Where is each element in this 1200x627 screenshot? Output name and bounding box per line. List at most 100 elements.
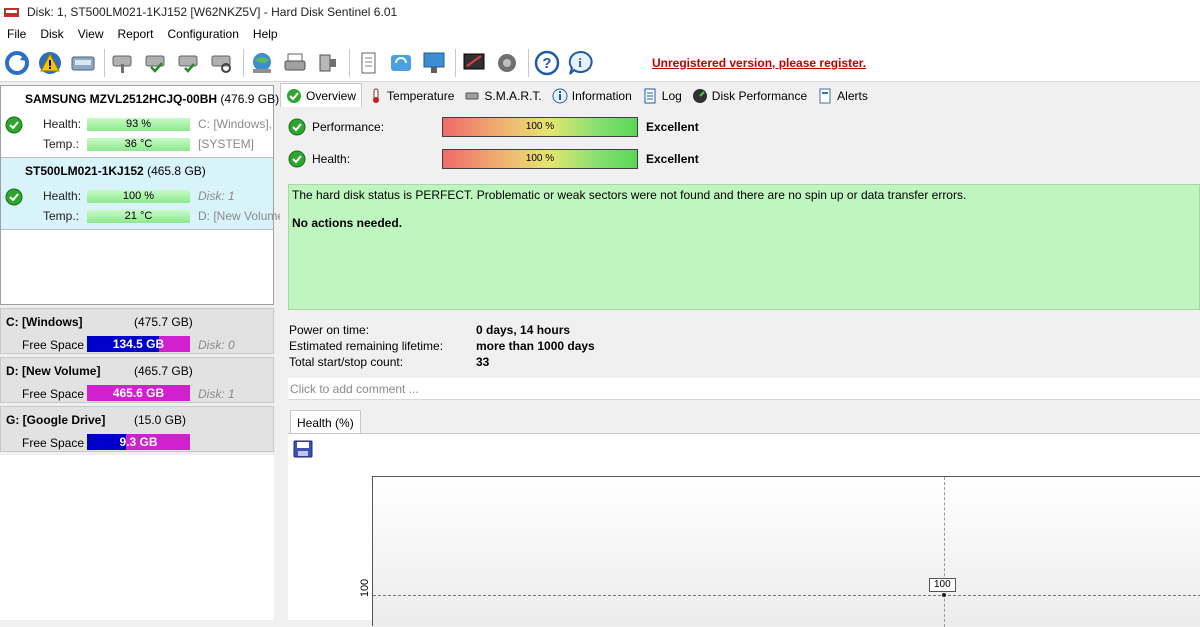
performance-gauge: 100 %: [442, 117, 638, 137]
thermometer-icon: [373, 88, 380, 103]
power-on-value: 0 days, 14 hours: [476, 323, 571, 337]
disk-tools-icon[interactable]: [108, 47, 138, 79]
print-icon[interactable]: [280, 47, 310, 79]
toolbar-separator: [349, 48, 350, 77]
disk-system: [SYSTEM]: [198, 137, 255, 151]
free-space-bar: 9.3 GB: [87, 434, 190, 450]
tab-label: S.M.A.R.T.: [484, 89, 542, 103]
volume-name: G: [Google Drive]: [6, 413, 106, 427]
health-plot: 100: [372, 476, 1200, 627]
warning-icon[interactable]: [35, 47, 65, 79]
disk-item[interactable]: SAMSUNG MZVL2512HCJQ-00BH (476.9 GB) Hea…: [1, 86, 279, 158]
tab-information[interactable]: Information: [547, 85, 637, 107]
sync-icon[interactable]: [386, 47, 416, 79]
tab-label: Temperature: [387, 89, 455, 103]
volume-disk: Disk: 1: [198, 387, 235, 401]
volume-size: (475.7 GB): [134, 315, 193, 329]
menu-file[interactable]: File: [0, 27, 33, 41]
title-bar: Disk: 1, ST500LM021-1KJ152 [W62NKZ5V] - …: [0, 0, 1200, 24]
tab-log[interactable]: Log: [637, 85, 687, 107]
tab-label: Information: [571, 89, 632, 103]
toolbar-separator: [243, 48, 244, 77]
disk-icon[interactable]: [68, 47, 98, 79]
health-rating: Excellent: [646, 152, 699, 166]
volume-item[interactable]: D: [New Volume] (465.7 GB) Free Space 46…: [0, 357, 274, 403]
tab-smart[interactable]: S.M.A.R.T.: [459, 85, 546, 107]
power-on-label: Power on time:: [289, 323, 370, 337]
performance-rating: Excellent: [646, 120, 699, 134]
volume-name: D: [New Volume]: [6, 364, 101, 378]
volume-item[interactable]: G: [Google Drive] (15.0 GB) Free Space 9…: [0, 406, 274, 452]
sound-icon[interactable]: [492, 47, 522, 79]
tab-overview[interactable]: Overview: [280, 83, 363, 107]
data-point-label: 100: [929, 578, 956, 592]
usb-disk-icon[interactable]: [313, 47, 343, 79]
free-space-bar: 134.5 GB: [87, 336, 190, 352]
start-stop-value: 33: [476, 355, 490, 369]
volume-size: (15.0 GB): [134, 413, 187, 427]
window-title: Disk: 1, ST500LM021-1KJ152 [W62NKZ5V] - …: [27, 5, 398, 19]
app-icon: [3, 5, 21, 19]
data-point: [942, 593, 946, 597]
performance-row: Performance: 100 % Excellent: [288, 117, 699, 137]
ok-check-icon: [5, 116, 23, 137]
free-space-label: Free Space: [22, 436, 85, 450]
volume-disk: Disk: 0: [198, 338, 235, 352]
network-icon[interactable]: [419, 47, 449, 79]
toolbar-separator: [455, 48, 456, 77]
chart-body: 100 100: [288, 433, 1200, 627]
tab-label: Overview: [306, 88, 357, 103]
tab-alerts[interactable]: Alerts: [812, 85, 873, 107]
refresh-icon[interactable]: [2, 47, 32, 79]
temp-bar: 21 °C: [87, 209, 190, 223]
left-empty-area: [0, 455, 274, 620]
alerts-icon: [819, 88, 831, 104]
free-space-label: Free Space: [22, 387, 85, 401]
disk-verify-icon[interactable]: [174, 47, 204, 79]
tab-disk-performance[interactable]: Disk Performance: [687, 85, 812, 107]
ok-check-icon: [287, 88, 301, 103]
disk-item-selected[interactable]: ST500LM021-1KJ152 (465.8 GB) Health: 100…: [1, 158, 287, 230]
settings-monitor-icon[interactable]: [459, 47, 489, 79]
info-icon[interactable]: i: [565, 47, 595, 79]
disk-check-icon[interactable]: [141, 47, 171, 79]
action-text: No actions needed.: [292, 216, 403, 230]
health-row: Health: 100 % Excellent: [288, 149, 699, 169]
volume-list: C: [Windows] (475.7 GB) Free Space 134.5…: [0, 308, 274, 455]
menu-help[interactable]: Help: [246, 27, 285, 41]
disk-scan-icon[interactable]: [207, 47, 237, 79]
health-gauge: 100 %: [442, 149, 638, 169]
health-label: Health:: [312, 152, 351, 166]
toolbar: ? i Unregistered version, please registe…: [0, 44, 1200, 82]
comment-field[interactable]: Click to add comment ...: [288, 378, 1200, 400]
disk-name: ST500LM021-1KJ152 (465.8 GB): [25, 164, 206, 178]
disk-info: Power on time: 0 days, 14 hours Estimate…: [289, 323, 889, 371]
temp-label: Temp.:: [43, 209, 80, 223]
save-icon[interactable]: [293, 440, 313, 458]
tab-temperature[interactable]: Temperature: [362, 85, 459, 107]
gridline-vertical: [944, 477, 945, 627]
menu-report[interactable]: Report: [110, 27, 160, 41]
overview-panel: Performance: 100 % Excellent Health: 100…: [280, 108, 1200, 627]
disk-list: SAMSUNG MZVL2512HCJQ-00BH (476.9 GB) Hea…: [0, 85, 287, 305]
lifetime-label: Estimated remaining lifetime:: [289, 339, 444, 353]
menu-disk[interactable]: Disk: [33, 27, 70, 41]
y-tick-label: 100: [359, 578, 372, 598]
toolbar-separator: [528, 48, 529, 77]
disk-volumes: C: [Windows],: [198, 117, 273, 131]
svg-text:i: i: [578, 55, 582, 70]
tab-label: Log: [661, 89, 682, 103]
log-icon: [644, 88, 656, 104]
health-bar: 93 %: [87, 117, 190, 131]
menu-view[interactable]: View: [71, 27, 111, 41]
help-icon[interactable]: ?: [532, 47, 562, 79]
health-label: Health:: [43, 117, 82, 131]
report-icon[interactable]: [353, 47, 383, 79]
globe-icon[interactable]: [247, 47, 277, 79]
register-link[interactable]: Unregistered version, please register.: [652, 56, 866, 70]
disk-volumes: D: [New Volume]: [198, 209, 288, 223]
menu-configuration[interactable]: Configuration: [161, 27, 246, 41]
performance-label: Performance:: [312, 120, 385, 134]
tab-health-percent[interactable]: Health (%): [290, 410, 361, 434]
volume-item[interactable]: C: [Windows] (475.7 GB) Free Space 134.5…: [0, 308, 274, 354]
